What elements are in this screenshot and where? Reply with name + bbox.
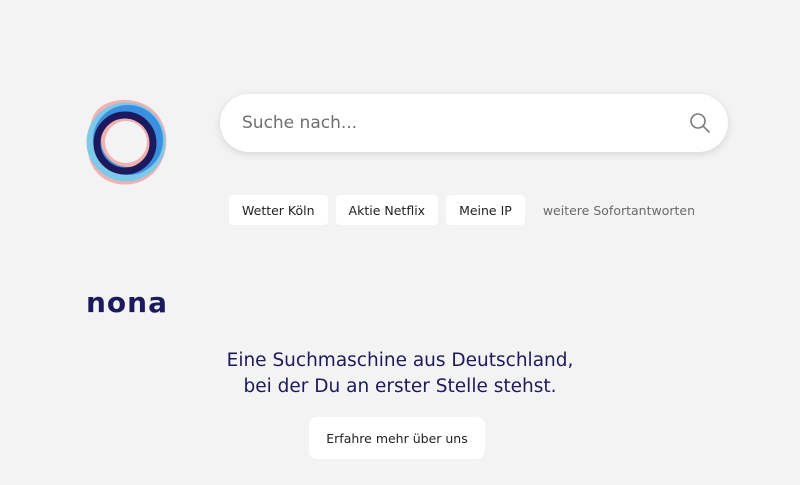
tagline-line-1: Eine Suchmaschine aus Deutschland, (226, 350, 574, 371)
search-icon (690, 113, 710, 133)
search-input[interactable] (242, 108, 662, 138)
page: nona Wetter Köln Aktie Netflix Meine IP … (0, 0, 800, 485)
nona-logo[interactable]: nona (82, 96, 170, 319)
chip-meine-ip[interactable]: Meine IP (446, 195, 525, 225)
quick-answer-chips: Wetter Köln Aktie Netflix Meine IP weite… (229, 195, 695, 225)
tagline-line-2: bei der Du an erster Stelle stehst. (243, 376, 557, 397)
tagline: Eine Suchmaschine aus Deutschland, bei d… (0, 348, 800, 400)
search-button[interactable] (688, 111, 712, 135)
chip-wetter-koeln[interactable]: Wetter Köln (229, 195, 328, 225)
more-quick-answers-link[interactable]: weitere Sofortantworten (543, 203, 695, 218)
chip-aktie-netflix[interactable]: Aktie Netflix (335, 195, 439, 225)
learn-more-button[interactable]: Erfahre mehr über uns (309, 417, 485, 459)
logo-wordmark: nona (86, 286, 168, 319)
search-box (220, 94, 728, 152)
nona-logo-mark-icon (86, 99, 167, 185)
